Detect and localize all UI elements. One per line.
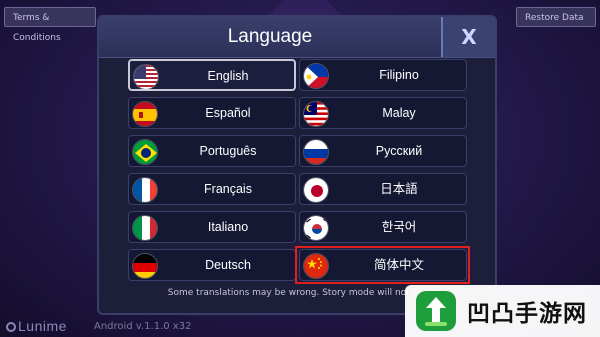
language-dialog: Language X English Filipino Español Mala…	[97, 15, 497, 315]
dialog-header: Language X	[99, 17, 495, 58]
us-flag-icon	[133, 64, 159, 90]
lunime-logo: Lunime	[6, 318, 67, 334]
language-option-francais[interactable]: Français	[128, 173, 296, 205]
site-watermark: 凹凸手游网	[405, 285, 600, 337]
watermark-logo-icon	[416, 291, 456, 331]
watermark-text: 凹凸手游网	[467, 301, 587, 327]
france-flag-icon	[132, 177, 158, 203]
china-flag-icon	[303, 253, 329, 279]
language-label: 日本語	[380, 182, 418, 196]
language-option-korean[interactable]: 한국어	[299, 211, 467, 243]
spain-flag-icon	[132, 101, 158, 127]
russia-flag-icon	[303, 139, 329, 165]
language-option-italiano[interactable]: Italiano	[128, 211, 296, 243]
language-label: Deutsch	[205, 258, 251, 272]
language-option-malay[interactable]: Malay	[299, 97, 467, 129]
language-label: Italiano	[207, 220, 249, 234]
language-option-russian[interactable]: Русский	[299, 135, 467, 167]
language-label: English	[207, 69, 249, 83]
language-option-simplified-chinese[interactable]: 简体中文	[299, 249, 467, 281]
germany-flag-icon	[132, 253, 158, 279]
dialog-title: Language	[227, 26, 313, 47]
italy-flag-icon	[132, 215, 158, 241]
language-label: Português	[199, 144, 257, 158]
language-label: Malay	[382, 106, 416, 120]
lunime-logo-icon	[6, 322, 16, 332]
language-label: 简体中文	[373, 258, 424, 272]
language-label: Filipino	[379, 68, 419, 82]
japan-flag-icon	[303, 177, 329, 203]
language-label: 한국어	[381, 220, 417, 234]
version-label: Android v.1.1.0 x32	[94, 321, 192, 332]
language-label: Русский	[375, 144, 423, 158]
malaysia-flag-icon	[303, 101, 329, 127]
language-option-deutsch[interactable]: Deutsch	[128, 249, 296, 281]
language-option-portugues[interactable]: Português	[128, 135, 296, 167]
brand-name: Lunime	[18, 318, 67, 334]
philippines-flag-icon	[303, 63, 329, 89]
restore-data-button[interactable]: Restore Data	[516, 7, 596, 27]
terms-conditions-button[interactable]: Terms & Conditions	[4, 7, 96, 43]
korea-flag-icon	[303, 215, 329, 241]
language-label: Español	[205, 106, 251, 120]
brazil-flag-icon	[132, 139, 158, 165]
close-button[interactable]: X	[441, 17, 495, 57]
language-option-english[interactable]: English	[128, 59, 296, 91]
language-option-japanese[interactable]: 日本語	[299, 173, 467, 205]
language-option-espanol[interactable]: Español	[128, 97, 296, 129]
language-label: Français	[204, 182, 252, 196]
language-option-filipino[interactable]: Filipino	[299, 59, 467, 91]
close-icon: X	[461, 25, 477, 49]
